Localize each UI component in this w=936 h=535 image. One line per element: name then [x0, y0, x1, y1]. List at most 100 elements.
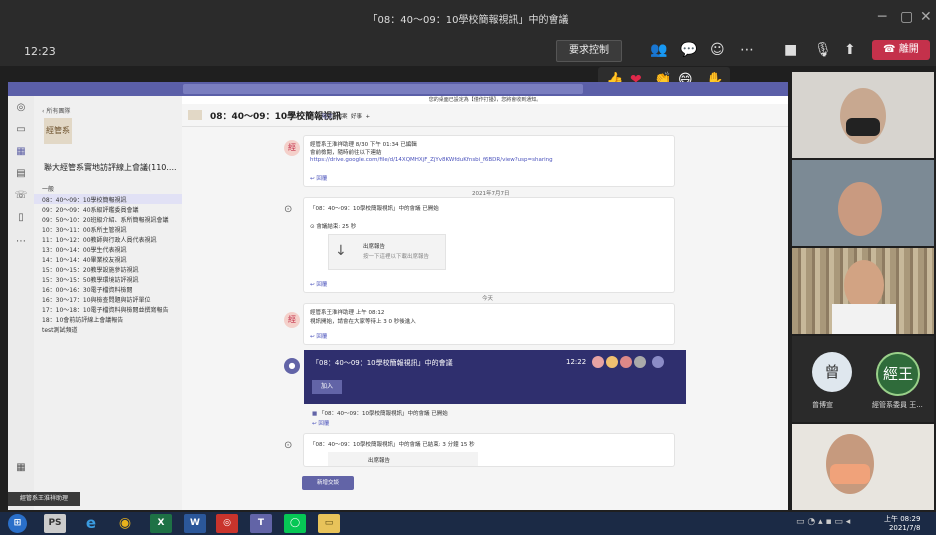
channel-item: 14：10～14：40畢業校友視訊: [42, 257, 127, 264]
channel-item: 15：00～15：20教學設施參訪視訊: [42, 267, 139, 274]
post-text: 會前檢閱，隨時前往以下連結: [310, 150, 382, 156]
post-card: 經管系王淮祥助理 上午 08:12 視訊開始，請會在大家等待上 3 0 秒後進入…: [304, 304, 674, 344]
meeting-timer: 12:23: [24, 45, 56, 58]
shared-search-box: [183, 84, 583, 94]
live-meeting-icon: ●: [284, 358, 300, 374]
maximize-icon[interactable]: ▢: [900, 9, 913, 25]
meeting-duration: ⊙ 會議結束: 25 秒: [310, 224, 357, 230]
chat-rail-icon: ▭: [16, 124, 26, 135]
attendee-avatar: [592, 356, 604, 368]
channel-item: 09：20～09：40系級評鑑委員會議: [42, 207, 139, 214]
participants-icon[interactable]: 👥: [650, 42, 667, 58]
participant-video[interactable]: [792, 72, 934, 158]
chat-icon[interactable]: 💬: [680, 42, 697, 58]
tab-files: 檔案: [336, 114, 348, 120]
taskbar-clock[interactable]: 上午 08:29 2021/7/8: [884, 515, 920, 533]
participant-video[interactable]: [792, 248, 934, 334]
shared-screen: ◎ ▭ ▦ ▤ ☏ ▯ ⋯ ▦ ‹ 所有團隊 經管系 聯大經管系實地訪評線上會議…: [8, 82, 788, 510]
reply-link: ↩ 回覆: [310, 282, 328, 288]
live-meeting-time: 12:22: [566, 358, 587, 366]
post-card: 「08：40～09：10學校簡報視訊」中的會議 已結束: 3 分鐘 15 秒 出…: [304, 434, 674, 466]
channel-item: 08：40～09：10學校簡報視訊: [42, 197, 127, 204]
close-icon[interactable]: ✕: [920, 9, 932, 25]
post-card: 經管系王淮祥助理 8/30 下午 01:34 已編輯 會前檢閱，隨時前往以下連結…: [304, 136, 674, 186]
channel-item: 18：10會前訪評線上會議報告: [42, 317, 124, 324]
post-card: 「08：40～09：10學校簡報視訊」中的會議 已開始 ⊙ 會議結束: 25 秒…: [304, 198, 674, 292]
participant-avatar[interactable]: 經王: [876, 352, 920, 396]
post-text: 視訊開始，請會在大家等待上 3 0 秒後進入: [310, 319, 416, 325]
author-avatar: 經: [284, 140, 300, 156]
more-apps-icon: ⋯: [16, 236, 26, 247]
ie-icon[interactable]: e: [80, 514, 102, 533]
channel-section: 一般: [42, 186, 55, 193]
post-link: https://drive.google.com/file/d/14XQMHXj…: [310, 157, 553, 163]
live-meeting-title: 「08：40～09：10學校簡報視訊」中的會議: [312, 359, 453, 367]
minimize-icon[interactable]: ─: [878, 9, 886, 25]
participant-name: 經管系委員 王...: [872, 401, 923, 409]
file-title: 出席報告: [363, 244, 386, 250]
new-conversation-button: 新增交談: [302, 476, 354, 490]
start-icon[interactable]: ⊞: [8, 514, 27, 533]
chrome-icon[interactable]: ◉: [114, 514, 136, 533]
shared-app-rail: ◎ ▭ ▦ ▤ ☏ ▯ ⋯ ▦: [8, 96, 34, 510]
channel-item: 09：50～10：20班級介紹、系所簡報視訊會議: [42, 217, 169, 224]
taskbar-date: 2021/7/8: [888, 524, 921, 532]
more-icon[interactable]: ⋯: [740, 42, 754, 58]
team-name: 聯大經管系實地訪評線上會議(110....: [44, 163, 177, 172]
tray-icons[interactable]: ▭ ◔ ▴ ▪ ▭ ◂: [796, 517, 850, 527]
channel-item: 11：10～12：00教師與行政人員代表視訊: [42, 237, 157, 244]
meeting-started-text: ■ 「08：40～09：10學校簡報視訊」中的會議 已開始: [312, 411, 448, 417]
participant-video[interactable]: [792, 160, 934, 246]
camera-icon[interactable]: ■: [784, 42, 797, 58]
attendance-file-card: ↓ 出席報告 按一下這裡以下載出席報告: [328, 234, 446, 270]
mic-muted-icon[interactable]: 🎙: [814, 42, 832, 58]
teams-icon[interactable]: T: [250, 514, 272, 533]
join-button: 加入: [312, 380, 342, 394]
taskbar-time: 上午 08:29: [884, 515, 921, 523]
reactions-icon[interactable]: ☺: [710, 42, 725, 58]
attendance-file-card: 出席報告: [328, 452, 478, 466]
calendar-icon: ▤: [16, 168, 26, 179]
request-control-button[interactable]: 要求控制: [556, 40, 622, 62]
reply-link: ↩ 回覆: [312, 421, 330, 427]
all-teams-link: ‹ 所有團隊: [42, 108, 71, 115]
teams-rail-icon: ▦: [16, 146, 26, 157]
leave-button[interactable]: ☎ 離開: [872, 40, 930, 60]
acrobat-icon[interactable]: ◎: [216, 514, 238, 533]
more-attendees-badge: [652, 356, 664, 368]
meeting-post-icon: ⊙: [284, 204, 293, 215]
excel-icon[interactable]: X: [150, 514, 172, 533]
reply-link: ↩ 回覆: [310, 176, 328, 182]
leave-label: 離開: [898, 44, 919, 55]
add-tab-icon: +: [365, 114, 371, 120]
channel-item: 15：30～15：50教學環境訪評視訊: [42, 277, 139, 284]
channel-header: 08：40～09：10學校簡報視訊 貼文 檔案 好事 +: [182, 104, 788, 127]
person-figure: [844, 260, 884, 310]
participant-avatar[interactable]: 曾: [812, 352, 852, 392]
share-icon[interactable]: ⬆: [844, 42, 856, 58]
participant-video[interactable]: [792, 424, 934, 510]
reply-link: ↩ 回覆: [310, 334, 328, 340]
mask-figure: [830, 464, 870, 484]
attendee-avatar: [606, 356, 618, 368]
ps-icon[interactable]: PS: [44, 514, 66, 533]
date-divider: 今天: [482, 296, 494, 302]
post-author: 經管系王淮祥助理 上午 08:12: [310, 310, 385, 316]
participant-name: 曾博宣: [812, 401, 833, 409]
calls-icon: ☏: [14, 190, 28, 201]
channel-logo: [188, 110, 202, 120]
channel-item: 16：00～16：30電子檔資料檢閱: [42, 287, 133, 294]
windows-taskbar: ⊞ PS e ◉ X W ◎ T ◯ ▭ ▭ ◔ ▴ ▪ ▭ ◂ 上午 08:2…: [0, 512, 936, 535]
person-figure: [838, 182, 882, 236]
line-icon[interactable]: ◯: [284, 514, 306, 533]
post-author: 經管系王淮祥助理 8/30 下午 01:34 已編輯: [310, 142, 417, 148]
meeting-post-icon: ⊙: [284, 440, 293, 451]
meeting-controls-bar: 12:23 要求控制 👥 💬 ☺ ⋯ ■ 🎙 ⬆ ☎ 離開: [0, 38, 936, 66]
word-icon[interactable]: W: [184, 514, 206, 533]
window-title: 「08：40～09：10學校簡報視訊」中的會議: [367, 15, 569, 26]
participant-tiles: 曾 經王 曾博宣 經管系委員 王...: [792, 336, 934, 422]
channel-main: 您的桌面已設定為【僅作打擾】，您將會收到通知。 08：40～09：10學校簡報視…: [182, 96, 788, 510]
channel-item: 13：00～14：00學生代表視訊: [42, 247, 127, 254]
folder-icon[interactable]: ▭: [318, 514, 340, 533]
notification-banner: 您的桌面已設定為【僅作打擾】，您將會收到通知。: [182, 96, 788, 104]
